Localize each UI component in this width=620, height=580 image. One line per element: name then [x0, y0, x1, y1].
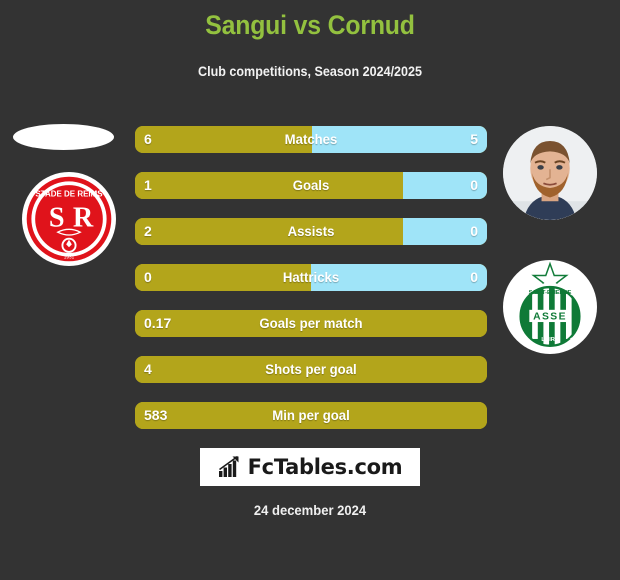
home-club-crest: STADE DE REIMS S R 1931 [22, 172, 116, 266]
svg-text:SAINT-ETIENNE: SAINT-ETIENNE [529, 290, 572, 296]
stat-label: Matches [284, 131, 338, 147]
away-player-photo [503, 126, 597, 220]
svg-text:S: S [49, 203, 65, 234]
stat-row: 4 Shots per goal [135, 356, 487, 383]
player-portrait-icon [503, 126, 597, 220]
stat-value-away: 5 [470, 131, 478, 147]
stat-label: Hattricks [282, 269, 340, 285]
stat-row: 0.17 Goals per match [135, 310, 487, 337]
stade-de-reims-crest-icon: STADE DE REIMS S R 1931 [22, 172, 116, 266]
saint-etienne-asse-crest-icon: SAINT-ETIENNE ASSE LOIRE [503, 260, 597, 354]
stat-label: Min per goal [272, 407, 350, 423]
svg-text:R: R [73, 203, 94, 234]
away-club-crest: SAINT-ETIENNE ASSE LOIRE [503, 260, 597, 354]
stat-value-away: 0 [470, 177, 478, 193]
bar-chart-growth-icon [218, 455, 239, 477]
stat-row: 583 Min per goal [135, 402, 487, 429]
stat-label: Assists [287, 223, 335, 239]
stat-label: Shots per goal [265, 361, 357, 377]
svg-text:LOIRE: LOIRE [541, 337, 558, 343]
svg-text:ASSE: ASSE [533, 312, 567, 323]
stat-value-away: 0 [470, 223, 478, 239]
stat-row: 2 Assists 0 [135, 218, 487, 245]
stat-row: 0 Hattricks 0 [135, 264, 487, 291]
page-title: Sangui vs Cornud [205, 10, 415, 40]
fctables-logo-text: FcTables.com [247, 455, 403, 479]
stats-list: 6 Matches 5 1 Goals 0 2 Assists 0 0 Hattricks 0 0.17… [135, 126, 487, 448]
stat-label: Goals [292, 177, 330, 193]
page-subtitle: Club competitions, Season 2024/2025 [198, 64, 422, 79]
comparison-page: Sangui vs Cornud Club competitions, Seas… [0, 0, 620, 580]
stat-row: 1 Goals 0 [135, 172, 487, 199]
stat-value-away: 0 [470, 269, 478, 285]
home-player-photo-placeholder [13, 124, 114, 150]
svg-text:1931: 1931 [64, 254, 75, 259]
stat-row: 6 Matches 5 [135, 126, 487, 153]
svg-text:STADE DE REIMS: STADE DE REIMS [35, 189, 103, 198]
date-label: 24 december 2024 [253, 502, 367, 518]
fctables-logo[interactable]: FcTables.com [200, 448, 420, 486]
stat-label: Goals per match [259, 315, 363, 331]
